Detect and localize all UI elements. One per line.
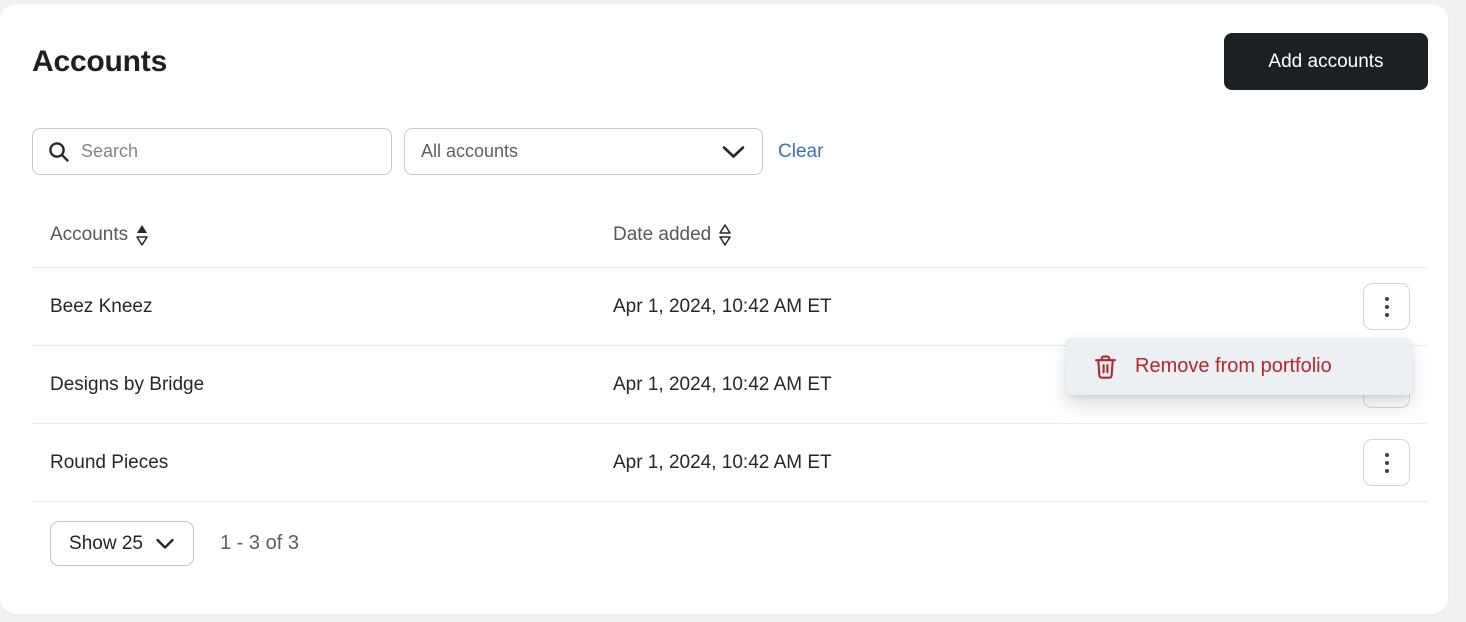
account-name: Designs by Bridge	[50, 374, 204, 396]
account-filter-select[interactable]: All accounts	[404, 128, 763, 175]
row-actions-menu: Remove from portfolio	[1066, 338, 1412, 395]
kebab-icon	[1385, 297, 1389, 301]
remove-from-portfolio-menu-item[interactable]: Remove from portfolio	[1066, 338, 1412, 395]
table-row: Beez Kneez Apr 1, 2024, 10:42 AM ET	[0, 268, 1466, 345]
trash-icon	[1094, 354, 1117, 380]
accounts-page: Accounts Add accounts All accounts Clear…	[0, 0, 1466, 622]
date-added: Apr 1, 2024, 10:42 AM ET	[613, 296, 832, 318]
column-header-accounts-label: Accounts	[50, 224, 128, 246]
pagination-range: 1 - 3 of 3	[220, 532, 299, 555]
clear-filters-link[interactable]: Clear	[778, 141, 823, 163]
chevron-down-icon	[721, 145, 746, 159]
account-name: Round Pieces	[50, 452, 168, 474]
page-title: Accounts	[32, 45, 167, 79]
row-actions-button-beez-kneez[interactable]	[1363, 283, 1410, 330]
add-accounts-label: Add accounts	[1268, 51, 1383, 73]
account-name: Beez Kneez	[50, 296, 152, 318]
date-added: Apr 1, 2024, 10:42 AM ET	[613, 374, 832, 396]
search-icon	[47, 140, 71, 164]
add-accounts-button[interactable]: Add accounts	[1224, 33, 1428, 90]
kebab-icon	[1385, 453, 1389, 457]
chevron-down-icon	[155, 538, 175, 550]
sort-ascending-icon[interactable]	[136, 224, 148, 246]
table-header: Accounts Date added	[0, 224, 1466, 252]
table-bottom-divider	[32, 501, 1427, 502]
column-header-accounts[interactable]: Accounts	[50, 224, 148, 246]
date-added: Apr 1, 2024, 10:42 AM ET	[613, 452, 832, 474]
search-input[interactable]	[81, 141, 377, 162]
column-header-date-added-label: Date added	[613, 224, 711, 246]
sort-unsorted-icon[interactable]	[719, 224, 731, 246]
table-row: Round Pieces Apr 1, 2024, 10:42 AM ET	[0, 424, 1466, 501]
search-input-container[interactable]	[32, 128, 392, 175]
column-header-date-added[interactable]: Date added	[613, 224, 731, 246]
remove-from-portfolio-label: Remove from portfolio	[1135, 355, 1332, 378]
page-size-select[interactable]: Show 25	[50, 521, 194, 566]
account-filter-value: All accounts	[421, 141, 518, 162]
row-actions-button-round-pieces[interactable]	[1363, 439, 1410, 486]
page-size-label: Show 25	[69, 533, 143, 555]
